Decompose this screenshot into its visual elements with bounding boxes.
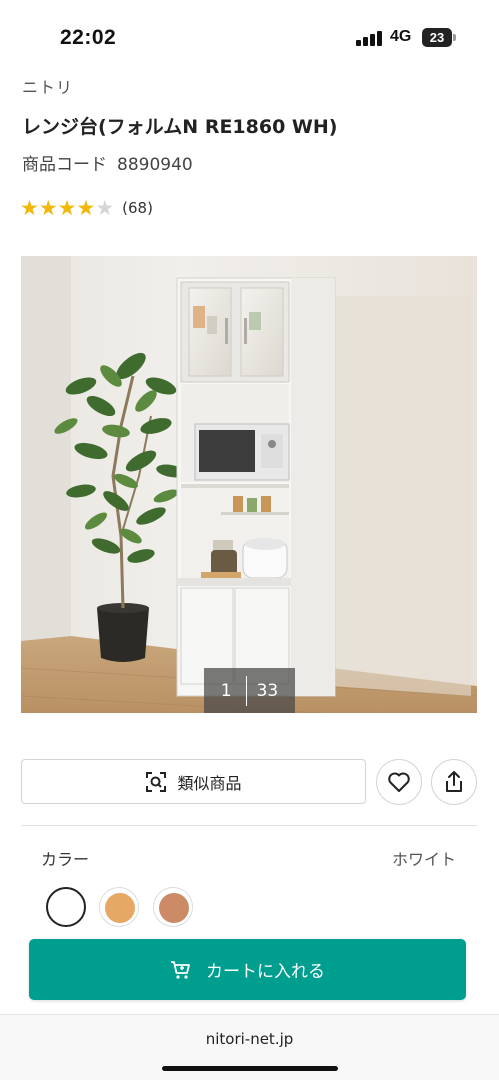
url-text[interactable]: nitori-net.jp xyxy=(0,1030,499,1048)
battery-tip xyxy=(453,34,456,41)
color-swatch[interactable] xyxy=(99,887,139,927)
add-to-cart-button[interactable]: カートに入れる xyxy=(29,939,466,1000)
product-code-label: 商品コード xyxy=(22,155,107,175)
image-counter-current: 1 xyxy=(220,680,232,701)
color-swatch-fill xyxy=(105,893,135,923)
color-swatch-fill xyxy=(52,893,82,923)
favorite-button[interactable] xyxy=(376,759,422,805)
add-to-cart-label: カートに入れる xyxy=(206,962,325,982)
heart-icon xyxy=(388,772,410,792)
battery-icon: 23 xyxy=(422,28,452,47)
section-divider xyxy=(21,825,477,826)
browser-url-bar[interactable]: nitori-net.jp xyxy=(0,1014,499,1080)
color-selected-name: ホワイト xyxy=(391,850,456,869)
signal-icon xyxy=(356,30,382,46)
color-label: カラー xyxy=(41,850,90,869)
product-image[interactable] xyxy=(21,256,477,713)
product-title: レンジ台(フォルムN RE1860 WH) xyxy=(22,116,338,138)
product-code-value: 8890940 xyxy=(117,155,193,175)
star-filled-icon: ★ xyxy=(20,195,39,220)
home-indicator[interactable] xyxy=(162,1066,338,1071)
product-photo xyxy=(21,256,477,713)
product-code: 商品コード 8890940 xyxy=(22,150,193,175)
share-button[interactable] xyxy=(431,759,477,805)
star-filled-icon: ★ xyxy=(38,195,58,220)
brand-name[interactable]: ニトリ xyxy=(22,74,73,98)
similar-products-label: 類似商品 xyxy=(177,773,242,793)
network-type: 4G xyxy=(390,28,412,45)
rating-stars: ★ ★ ★ ★ ★ xyxy=(20,195,115,220)
cart-icon xyxy=(171,960,190,979)
star-filled-icon: ★ xyxy=(57,195,77,220)
image-counter-total: 33 xyxy=(256,680,279,701)
share-icon xyxy=(446,771,462,792)
status-time: 22:02 xyxy=(60,26,117,49)
status-bar: 22:02 4G 23 xyxy=(0,0,499,76)
image-counter: 1 33 xyxy=(204,668,295,713)
image-search-icon xyxy=(146,771,167,792)
color-swatch[interactable] xyxy=(46,887,86,927)
color-swatch[interactable] xyxy=(153,887,193,927)
similar-products-button[interactable]: 類似商品 xyxy=(21,759,366,804)
color-swatch-fill xyxy=(159,893,189,923)
star-empty-icon: ★ xyxy=(95,195,115,220)
star-filled-icon: ★ xyxy=(76,195,96,220)
rating[interactable]: ★ ★ ★ ★ ★ (68) xyxy=(20,196,153,220)
image-counter-divider xyxy=(245,675,247,706)
review-count[interactable]: (68) xyxy=(122,199,153,217)
